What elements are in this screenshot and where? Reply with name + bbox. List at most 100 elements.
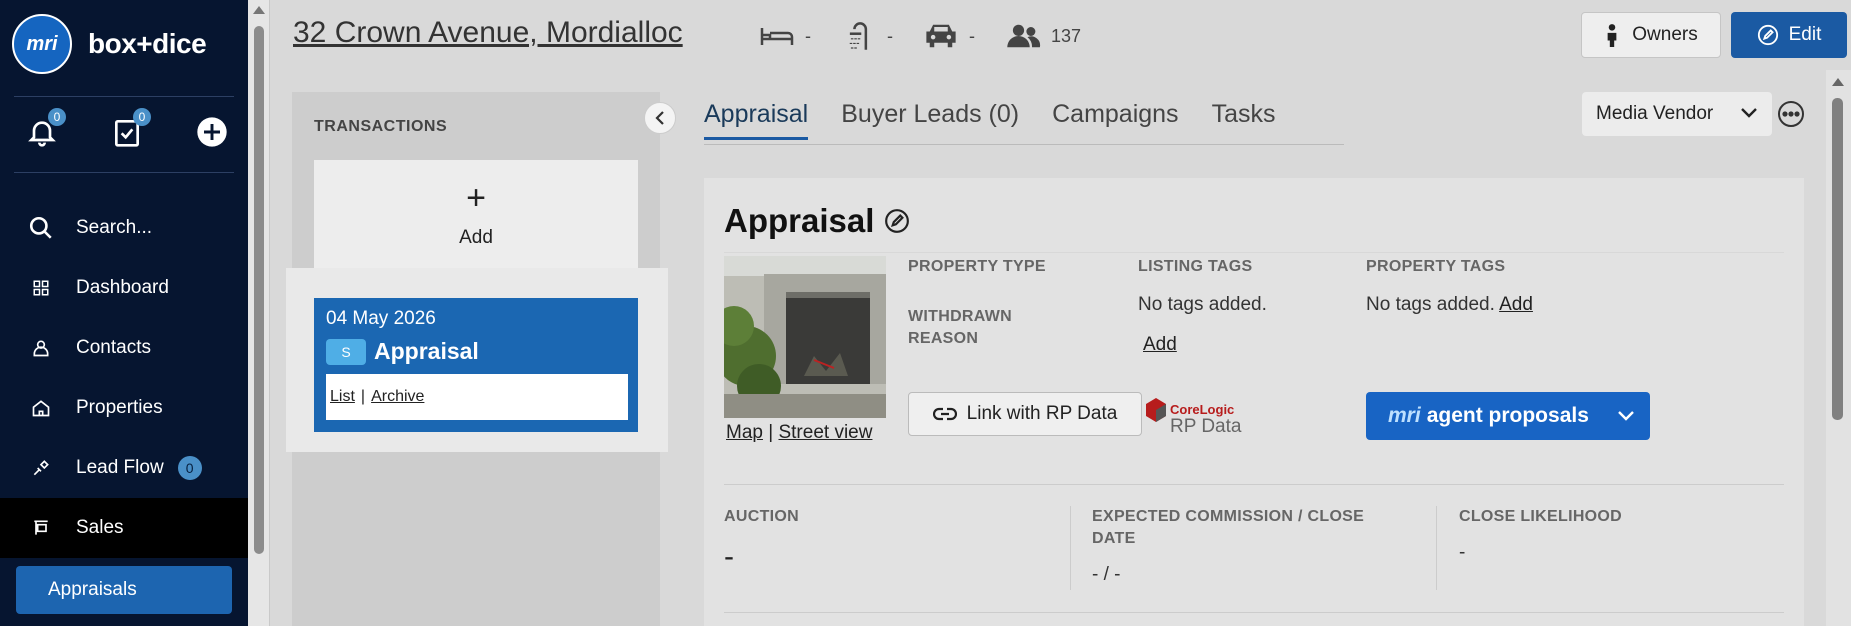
property-tags-row: No tags added. Add [1366,294,1533,315]
auction-value: - [724,540,734,573]
nav-contacts[interactable]: Contacts [0,318,248,378]
property-photo[interactable] [724,256,886,418]
more-options-icon[interactable] [1777,100,1805,128]
tasks-button[interactable]: 0 [107,108,151,152]
mri-logo: mri [12,14,72,74]
nav-properties-label: Properties [76,397,163,418]
people-icon [1007,24,1041,48]
scroll-up-arrow-icon[interactable] [1832,78,1844,86]
tab-buyer-leads[interactable]: Buyer Leads (0) [841,100,1019,140]
logo[interactable]: mri box+dice [12,14,207,74]
edit-button[interactable]: Edit [1731,12,1847,58]
owners-button[interactable]: Owners [1581,12,1721,58]
nav-lead-flow[interactable]: Lead Flow 0 [0,438,248,498]
beds-stat: - [759,20,811,52]
grid-icon [33,280,49,296]
agent-proposals-button[interactable]: mri agent proposals [1366,392,1650,440]
transaction-date: 04 May 2026 [326,308,436,329]
divider [724,484,1784,485]
photo-links: Map | Street view [726,422,873,443]
nav-properties[interactable]: Properties [0,378,248,438]
list-link[interactable]: List [330,388,355,406]
transaction-card[interactable]: 04 May 2026 S Appraisal List | Archive [314,298,638,432]
notifications-button[interactable]: 0 [22,108,66,152]
sidebar: mri box+dice 0 0 Search... Dashboard Con… [0,0,248,626]
divider [14,172,234,173]
collapse-panel-button[interactable] [644,102,676,134]
tab-underline [704,144,1344,145]
archive-link[interactable]: Archive [371,388,424,406]
edit-circle-icon[interactable] [884,208,910,234]
link-icon [932,407,957,421]
transactions-panel: TRANSACTIONS + Add 04 May 2026 S Apprais… [286,92,668,626]
search-icon [29,216,52,239]
person-icon [33,340,49,357]
media-vendor-select[interactable]: Media Vendor [1582,92,1772,136]
scroll-up-arrow-icon[interactable] [253,6,265,14]
nav-appraisals-label: Appraisals [48,579,137,600]
cars-stat: - [923,20,975,52]
quick-actions: 0 0 [22,108,232,152]
property-address[interactable]: 32 Crown Avenue, Mordialloc [293,16,683,50]
street-view-link[interactable]: Street view [778,422,872,443]
scrollbar-thumb[interactable] [1832,98,1843,420]
nav-appraisals[interactable]: Appraisals [16,566,232,614]
sidebar-scrollbar[interactable] [248,0,270,626]
tab-campaigns[interactable]: Campaigns [1052,100,1178,140]
brand-name: box+dice [88,28,207,59]
tab-appraisal[interactable]: Appraisal [704,100,809,140]
divider [724,252,1784,253]
content-scrollbar[interactable] [1826,70,1851,626]
lead-flow-icon [33,460,49,476]
listing-tags-value: No tags added. [1138,294,1267,315]
nav-dashboard-label: Dashboard [76,277,169,298]
map-link[interactable]: Map [726,422,763,443]
transaction-row: S Appraisal [326,338,479,365]
property-photo-image [724,256,886,418]
add-property-tag-link[interactable]: Add [1499,294,1533,315]
plus-circle-icon [197,117,227,147]
nav-search[interactable]: Search... [0,198,248,258]
tab-tasks[interactable]: Tasks [1212,100,1276,140]
add-listing-tag-link[interactable]: Add [1143,334,1177,356]
chevron-left-icon [655,111,664,125]
edit-circle-icon [1757,24,1778,46]
owner-icon [1607,24,1617,47]
commission-value: - / - [1092,564,1121,585]
nav-search-label: Search... [76,217,153,238]
listing-tags-label: LISTING TAGS [1138,258,1253,275]
house-icon [32,400,50,417]
divider [724,612,1784,613]
withdrawn-reason-label: WITHDRAWN REASON [908,308,1013,347]
add-transaction-button[interactable]: + Add [314,160,638,270]
lead-flow-count: 0 [177,456,202,480]
chevron-down-icon [1741,108,1757,118]
commission-label: EXPECTED COMMISSION / CLOSE DATE [1092,508,1365,547]
divider [1070,506,1071,590]
transaction-name: Appraisal [374,338,479,364]
scrollbar-thumb[interactable] [254,26,264,554]
nav-contacts-label: Contacts [76,337,151,358]
nav-sales-label: Sales [76,517,124,538]
status-badge: S [326,338,366,365]
contacts-stat: 137 [1005,20,1081,52]
bed-icon [760,28,794,45]
main-nav: Search... Dashboard Contacts Properties … [0,198,248,622]
sign-icon [34,520,48,535]
create-button[interactable] [192,112,232,152]
appraisal-card: Appraisal Map | Street view PROPERTY TYP… [704,178,1804,626]
auction-label: AUCTION [724,508,799,525]
property-tags-label: PROPERTY TAGS [1366,258,1506,275]
car-icon [926,24,956,48]
plus-icon: + [466,179,486,217]
close-likelihood-label: CLOSE LIKELIHOOD [1459,508,1623,525]
chevron-down-icon [1618,411,1634,421]
nav-sales[interactable]: Sales [0,498,248,558]
agent-proposals-dropdown[interactable] [1602,392,1650,440]
baths-stat: - [841,20,893,52]
transaction-links: List | Archive [326,374,628,420]
nav-dashboard[interactable]: Dashboard [0,258,248,318]
mri-logo: mri [1388,404,1421,427]
link-rp-data-button[interactable]: Link with RP Data [908,392,1142,436]
nav-lead-flow-label: Lead Flow [76,457,164,478]
